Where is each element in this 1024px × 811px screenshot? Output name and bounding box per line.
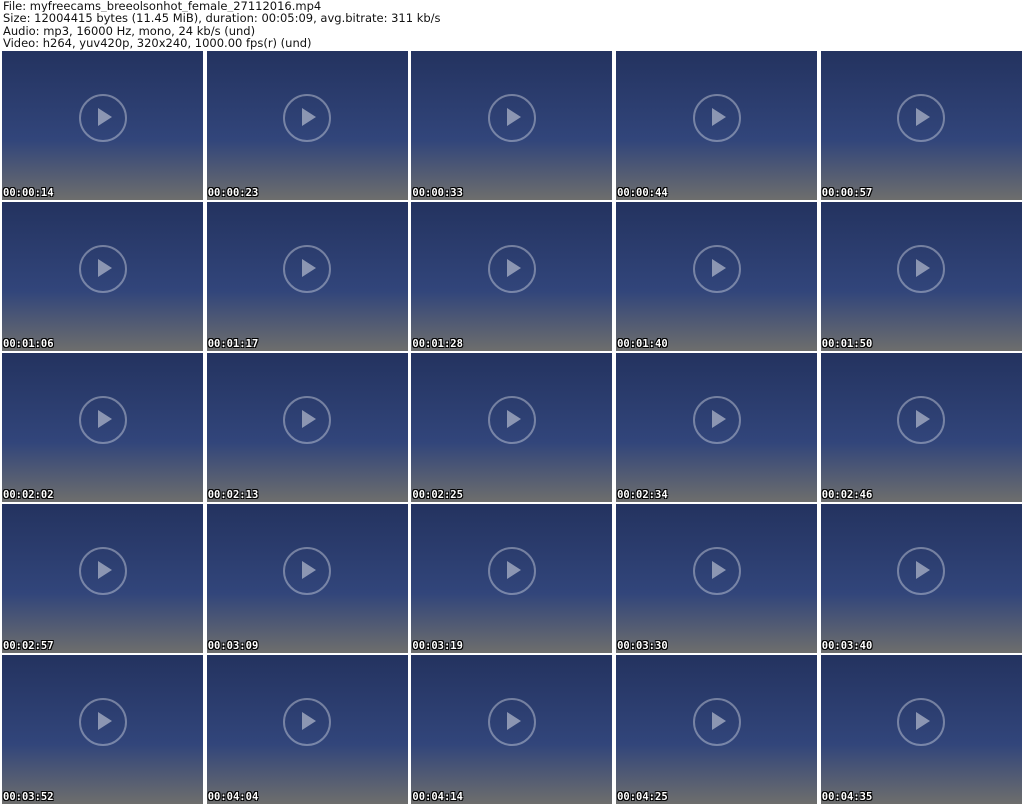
video-frame-icon [487, 698, 536, 747]
thumbnail-timestamp: 00:02:13 [207, 489, 259, 501]
video-thumbnail: 00:04:35 [820, 655, 1022, 804]
video-frame-icon [692, 698, 741, 747]
video-thumbnail: 00:03:19 [411, 504, 613, 653]
video-frame-icon [283, 396, 332, 445]
video-frame-icon [283, 698, 332, 747]
video-frame-icon [487, 547, 536, 596]
thumbnail-timestamp: 00:03:52 [3, 791, 54, 803]
file-size-line: Size: 12004415 bytes (11.45 MiB), durati… [3, 12, 441, 25]
video-frame-icon [78, 698, 127, 747]
video-thumbnail: 00:00:44 [616, 51, 818, 200]
video-thumbnail: 00:03:40 [820, 504, 1022, 653]
video-frame-icon [692, 94, 741, 143]
thumbnail-timestamp: 00:00:33 [412, 187, 463, 199]
video-frame-icon [897, 698, 946, 747]
video-frame-icon [487, 245, 536, 294]
video-frame-icon [897, 245, 946, 294]
metadata-header: File: myfreecams_breeolsonhot_female_271… [3, 0, 1021, 50]
video-frame-icon [897, 547, 946, 596]
video-thumbnail: 00:00:14 [2, 51, 203, 200]
thumbnail-timestamp: 00:03:09 [207, 640, 259, 652]
video-frame-icon [283, 245, 332, 294]
video-frame-icon [78, 396, 127, 445]
thumbnail-grid: 00:00:14 00:00:23 00:00:33 00:00:44 00:00:57… [2, 51, 1022, 807]
thumbnail-timestamp: 00:02:25 [412, 489, 463, 501]
thumbnail-timestamp: 00:02:46 [821, 489, 873, 501]
thumbnail-timestamp: 00:01:50 [821, 338, 873, 350]
video-frame-icon [78, 547, 127, 596]
thumbnail-timestamp: 00:00:23 [207, 187, 259, 199]
thumbnail-timestamp: 00:04:35 [821, 791, 873, 803]
video-frame-icon [692, 245, 741, 294]
thumbnail-timestamp: 00:04:25 [617, 791, 668, 803]
thumbnail-timestamp: 00:03:19 [412, 640, 463, 652]
video-thumbnail: 00:03:09 [206, 504, 408, 653]
thumbnail-timestamp: 00:02:34 [617, 489, 668, 501]
thumbnail-timestamp: 00:01:17 [207, 338, 259, 350]
video-thumbnail: 00:01:28 [411, 202, 613, 351]
video-thumbnail: 00:00:57 [820, 51, 1022, 200]
video-info-line: Video: h264, yuv420p, 320x240, 1000.00 f… [3, 37, 312, 50]
video-frame-icon [897, 94, 946, 143]
video-frame-icon [692, 547, 741, 596]
thumbnail-timestamp: 00:00:14 [3, 187, 54, 199]
video-thumbnail: 00:04:04 [206, 655, 408, 804]
video-thumbnail: 00:02:57 [2, 504, 203, 653]
video-thumbnail: 00:01:50 [820, 202, 1022, 351]
video-frame-icon [487, 396, 536, 445]
video-frame-icon [487, 94, 536, 143]
video-thumbnail: 00:02:34 [616, 353, 818, 502]
video-frame-icon [78, 245, 127, 294]
video-thumbnail: 00:01:40 [616, 202, 818, 351]
thumbnail-timestamp: 00:01:28 [412, 338, 463, 350]
video-thumbnail: 00:03:30 [616, 504, 818, 653]
video-thumbnail: 00:02:02 [2, 353, 203, 502]
thumbnail-timestamp: 00:00:57 [821, 187, 873, 199]
thumbnail-timestamp: 00:04:14 [412, 791, 463, 803]
video-thumbnail: 00:04:14 [411, 655, 613, 804]
video-frame-icon [897, 396, 946, 445]
thumbnail-timestamp: 00:04:04 [207, 791, 259, 803]
video-frame-icon [283, 94, 332, 143]
thumbnail-timestamp: 00:01:06 [3, 338, 54, 350]
thumbnail-timestamp: 00:00:44 [617, 187, 668, 199]
video-thumbnail: 00:01:17 [206, 202, 408, 351]
video-thumbnail: 00:00:33 [411, 51, 613, 200]
video-thumbnail: 00:02:25 [411, 353, 613, 502]
thumbnail-timestamp: 00:02:57 [3, 640, 54, 652]
video-frame-icon [692, 396, 741, 445]
thumbnail-timestamp: 00:03:30 [617, 640, 668, 652]
video-thumbnail: 00:03:52 [2, 655, 203, 804]
video-thumbnail: 00:01:06 [2, 202, 203, 351]
video-thumbnail: 00:02:46 [820, 353, 1022, 502]
audio-info-line: Audio: mp3, 16000 Hz, mono, 24 kb/s (und… [3, 24, 256, 38]
video-thumbnail: 00:02:13 [206, 353, 408, 502]
thumbnail-timestamp: 00:03:40 [821, 640, 873, 652]
file-name-line: File: myfreecams_breeolsonhot_female_271… [3, 0, 322, 13]
thumbnail-timestamp: 00:02:02 [3, 489, 54, 501]
video-thumbnail: 00:04:25 [616, 655, 818, 804]
video-thumbnail: 00:00:23 [206, 51, 408, 200]
video-frame-icon [78, 94, 127, 143]
thumbnail-timestamp: 00:01:40 [617, 338, 668, 350]
video-frame-icon [283, 547, 332, 596]
